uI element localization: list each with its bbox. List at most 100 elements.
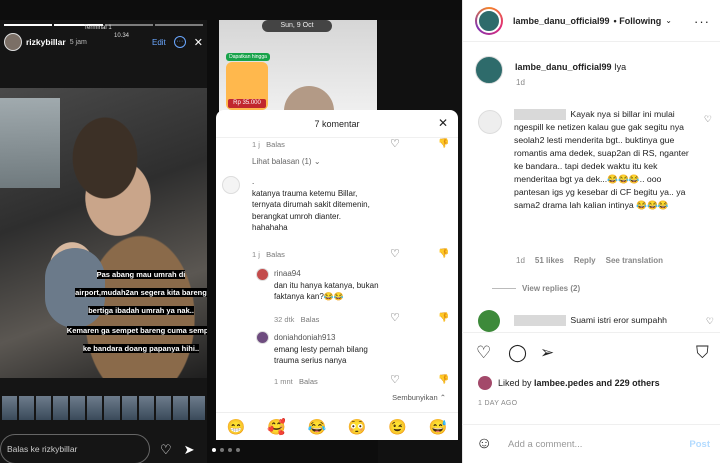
translate-link[interactable]: See translation [606,256,663,265]
comment-time: 1 j [252,250,260,259]
location-time: 10.34 [114,33,130,39]
more-icon[interactable]: ··· [694,14,710,29]
story-caption: Pas abang mau umrah di airport,mudah2an … [66,262,207,358]
avatar[interactable] [478,310,500,332]
promo-price: Rp 35.000 [228,99,266,108]
story-location: Terminal 1 10.34 [84,24,129,40]
bookmark-icon[interactable]: ⛉ [696,343,709,363]
close-icon[interactable]: ✕ [194,36,203,49]
dislike-icon[interactable]: 👎 [438,312,449,323]
hide-replies-link[interactable]: Sembunyikan ⌃ [216,393,458,402]
send-icon[interactable]: ➤ [184,442,195,458]
comment-sheet: 7 komentar ✕ 1 j Balas ♡ 👎 Lihat balasan… [216,110,458,440]
caption-text: Iya [614,62,627,72]
heart-icon[interactable]: ♡ [390,311,400,324]
story-header: rizkybillar 5 jam Terminal 1 10.34 Edit … [4,25,203,54]
comment-meta: 32 dtk Balas [216,315,458,324]
post-actions: ♡ ◯ ➢ ⛉ [462,332,720,372]
reply-link[interactable]: Balas [266,250,285,259]
avatar [478,376,492,390]
liked-by-prefix: Liked by [498,378,532,388]
post-age: 1 DAY AGO [478,400,518,407]
avatar[interactable] [475,6,503,35]
avatar[interactable] [475,56,503,84]
comment-age: 1d [516,256,525,265]
heart-icon[interactable]: ♡ [476,343,491,363]
carousel-dots [212,448,240,452]
share-icon[interactable]: ➢ [540,343,554,363]
following-button[interactable]: • Following [614,16,662,26]
emoji-sweat[interactable]: 😅 [428,418,447,436]
emoji-love[interactable]: 🥰 [267,418,286,436]
story-username: rizkybillar [26,37,66,47]
comment-icon[interactable]: ◯ [508,343,527,363]
comment-text: Kayak nya si billar ini mulai ngespill k… [514,109,689,210]
caption-age: 1d [516,78,525,87]
dislike-icon[interactable]: 👎 [438,138,449,149]
next-slide-button[interactable]: › [433,220,455,242]
promo-sticker: Dapatkan hingga Rp 35.000 [226,53,270,110]
comment-username[interactable]: doniahdoniah913 [274,332,386,344]
comment-likes[interactable]: 51 likes [535,256,564,265]
emoji-icon[interactable]: ☺ [476,435,492,453]
emoji-wink[interactable]: 😉 [388,418,407,436]
heart-icon[interactable]: ♡ [390,373,400,386]
reply-link[interactable]: Balas [301,315,320,324]
comment-time: 32 dtk [274,315,295,324]
sheet-title: 7 komentar [314,119,360,129]
post-username[interactable]: lambe_danu_official99 [513,16,610,26]
comment-meta: 1d 51 likes Reply See translation [516,256,663,265]
heart-icon[interactable]: ♡ [706,316,714,327]
caption-line: Pas abang mau umrah di airport,mudah2an … [75,270,207,315]
comment-line: berangkat umroh dianter. [252,211,341,221]
comment-username[interactable]: rinaa94 [274,268,386,280]
following-label[interactable]: Following [619,16,661,26]
view-replies-link[interactable]: Lihat balasan (1) ⌄ [216,157,458,166]
caption-line: Kemaren ga sempet bareng cuma sempet ke … [66,326,207,353]
story-thumbnails [0,396,207,420]
redacted-username [514,315,566,327]
comment-body: doniahdoniah913 emang lesty pernah bilan… [216,332,386,367]
avatar[interactable] [478,110,502,134]
story-reply-input[interactable]: Balas ke rizkybillar [0,434,150,463]
post-button[interactable]: Post [689,439,710,450]
emoji-flushed[interactable]: 😳 [348,418,367,436]
comment-text: emang lesty pernah bilang trauma serius … [274,344,368,366]
story-edit-link[interactable]: Edit [152,38,166,47]
reply-link[interactable]: Reply [574,256,596,265]
comment: Suami istri eror sumpahh ♡ [478,310,714,332]
sheet-header: 7 komentar ✕ [216,110,458,138]
heart-icon[interactable]: ♡ [704,114,712,125]
dislike-icon[interactable]: 👎 [438,248,449,259]
post-media: rizkybillar 5 jam Terminal 1 10.34 Edit … [0,0,462,463]
date-pill: Sun, 9 Oct [262,20,332,32]
dislike-icon[interactable]: 👎 [438,374,449,385]
liked-by-user[interactable]: lambee.pedes [534,378,594,388]
comment-text: Suami istri eror sumpahh [570,315,667,325]
emoji-bar: 😁 🥰 😂 😳 😉 😅 [216,412,458,440]
hide-label[interactable]: Sembunyikan [392,393,437,402]
redacted-username [514,109,566,121]
view-replies-link[interactable]: View replies (2) [522,284,580,293]
chevron-down-icon[interactable]: ⌄ [665,16,672,25]
comment-meta: 1 j Balas [216,140,458,149]
promo-tag: Dapatkan hingga [226,53,270,61]
emoji-laugh[interactable]: 😂 [307,418,326,436]
heart-icon[interactable]: ♡ [390,247,400,260]
liked-by-count[interactable]: and 229 others [596,378,660,388]
view-replies-text[interactable]: Lihat balasan (1) [252,157,312,166]
caption-username[interactable]: lambe_danu_official99 [515,62,612,72]
comment-line: hahahaha [252,223,288,232]
comment-input[interactable]: Add a comment... [508,439,582,450]
comment-body: . katanya trauma ketemu Billar, ternyata… [216,176,458,234]
comment-line: ternyata dirumah sakit ditemenin, [252,200,370,209]
close-icon[interactable]: ✕ [438,116,448,130]
add-comment-bar: ☺ Add a comment... Post [462,424,720,463]
emoji-grin[interactable]: 😁 [227,418,246,436]
heart-icon[interactable]: ♡ [160,442,172,458]
reply-link[interactable]: Balas [299,377,318,386]
comment-time: 1 mnt [274,377,293,386]
heart-icon[interactable]: ♡ [390,137,400,150]
more-icon[interactable]: ··· [173,36,186,48]
reply-link[interactable]: Balas [266,140,285,149]
